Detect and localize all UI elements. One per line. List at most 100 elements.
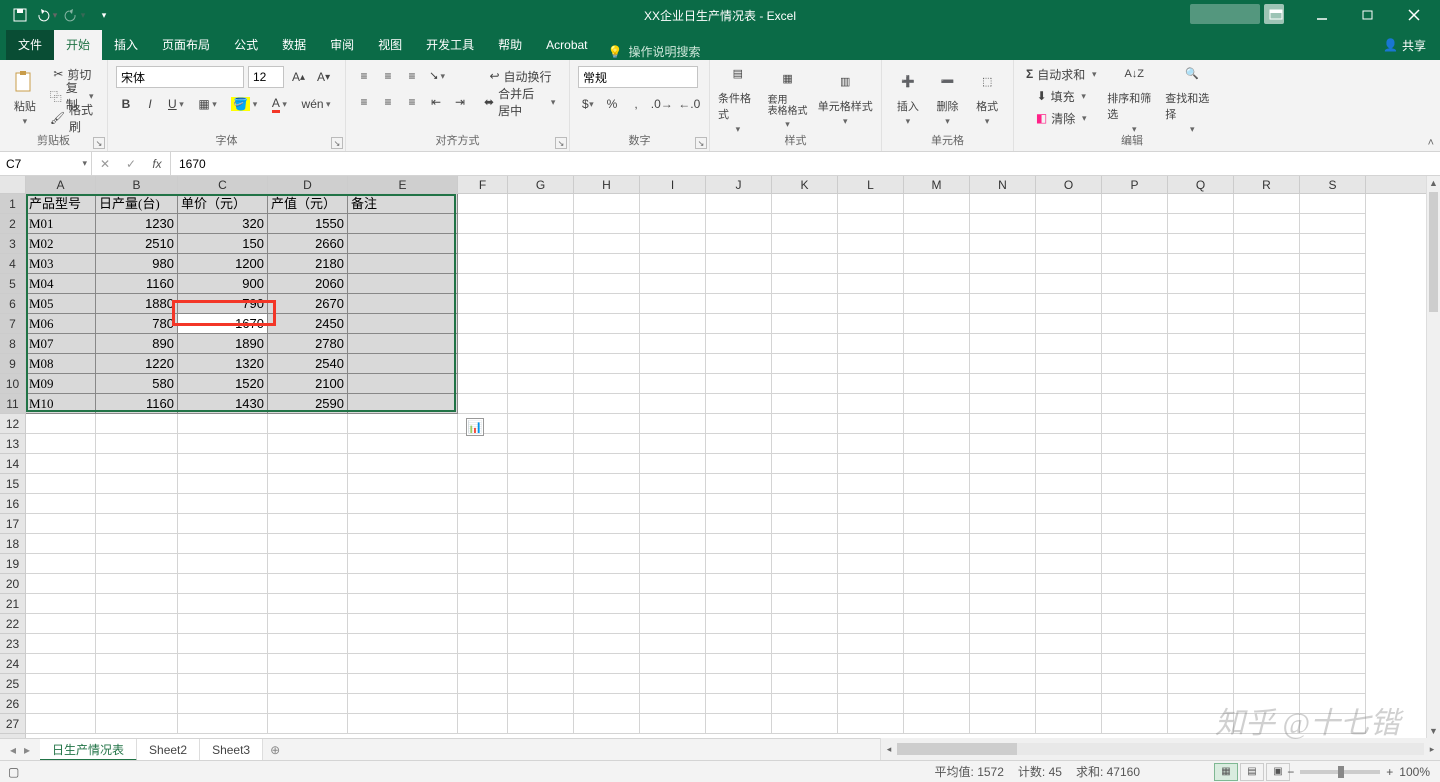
cell[interactable]	[772, 534, 838, 554]
cell[interactable]	[970, 374, 1036, 394]
cell[interactable]	[640, 414, 706, 434]
column-header[interactable]: E	[348, 176, 458, 193]
cell[interactable]	[706, 534, 772, 554]
row-header[interactable]: 16	[0, 494, 25, 514]
cell[interactable]	[772, 214, 838, 234]
cell[interactable]	[508, 634, 574, 654]
cell[interactable]	[26, 474, 96, 494]
cell[interactable]	[1036, 554, 1102, 574]
scroll-down-icon[interactable]: ▼	[1427, 724, 1440, 738]
cell[interactable]	[96, 454, 178, 474]
fill-button[interactable]: ⬇填充▾	[1022, 86, 1103, 106]
cell[interactable]	[970, 294, 1036, 314]
cell[interactable]	[26, 514, 96, 534]
cell[interactable]	[970, 634, 1036, 654]
cell[interactable]: 2660	[268, 234, 348, 254]
cell[interactable]	[1234, 574, 1300, 594]
cell[interactable]	[772, 554, 838, 574]
cell[interactable]	[838, 294, 904, 314]
column-header[interactable]: B	[96, 176, 178, 193]
cell[interactable]	[1036, 294, 1102, 314]
cell[interactable]	[772, 654, 838, 674]
cell[interactable]	[96, 694, 178, 714]
cell[interactable]	[904, 494, 970, 514]
format-as-table-button[interactable]: ▦套用 表格格式▾	[762, 63, 814, 130]
cell[interactable]	[348, 534, 458, 554]
cell[interactable]	[772, 694, 838, 714]
format-painter-button[interactable]: 🖌格式刷	[46, 108, 99, 128]
cell[interactable]	[838, 314, 904, 334]
conditional-format-button[interactable]: ▤条件格式▾	[718, 58, 758, 135]
cell[interactable]	[508, 234, 574, 254]
cell[interactable]: 单价（元）	[178, 194, 268, 214]
align-middle-button[interactable]: ≡	[378, 66, 398, 86]
cell[interactable]	[508, 594, 574, 614]
cell[interactable]: 1890	[178, 334, 268, 354]
cell[interactable]	[458, 314, 508, 334]
cell[interactable]	[348, 314, 458, 334]
cell[interactable]	[1102, 514, 1168, 534]
cell[interactable]	[458, 194, 508, 214]
cell[interactable]	[640, 654, 706, 674]
cell[interactable]	[348, 294, 458, 314]
scroll-left-icon[interactable]: ◂	[881, 744, 897, 755]
cell[interactable]	[348, 494, 458, 514]
cell[interactable]	[904, 594, 970, 614]
cell[interactable]	[772, 194, 838, 214]
cell[interactable]	[1168, 574, 1234, 594]
comma-button[interactable]: ,	[626, 94, 646, 114]
cell[interactable]	[348, 674, 458, 694]
cell[interactable]: 1550	[268, 214, 348, 234]
row-header[interactable]: 17	[0, 514, 25, 534]
cell[interactable]	[640, 554, 706, 574]
cell[interactable]	[640, 394, 706, 414]
insert-cells-button[interactable]: ➕插入▾	[890, 66, 926, 127]
cell[interactable]	[1234, 534, 1300, 554]
cell[interactable]	[1102, 334, 1168, 354]
cell[interactable]: 980	[96, 254, 178, 274]
vertical-scrollbar[interactable]: ▲ ▼	[1426, 176, 1440, 738]
cell[interactable]	[838, 474, 904, 494]
ribbon-display-icon[interactable]	[1254, 0, 1298, 30]
cell[interactable]	[178, 614, 268, 634]
cell[interactable]	[178, 534, 268, 554]
cell[interactable]	[1234, 414, 1300, 434]
cell[interactable]	[1102, 194, 1168, 214]
cell[interactable]	[970, 254, 1036, 274]
cell[interactable]	[1300, 214, 1366, 234]
cell[interactable]	[970, 614, 1036, 634]
cell[interactable]	[706, 394, 772, 414]
cell[interactable]	[1234, 314, 1300, 334]
cell[interactable]: 产品型号	[26, 194, 96, 214]
cell[interactable]	[26, 634, 96, 654]
cell[interactable]	[1234, 694, 1300, 714]
cell[interactable]	[904, 394, 970, 414]
cell[interactable]	[1036, 354, 1102, 374]
cell[interactable]	[838, 414, 904, 434]
cell[interactable]	[970, 594, 1036, 614]
cell[interactable]	[268, 634, 348, 654]
cell[interactable]	[508, 214, 574, 234]
cell[interactable]	[348, 274, 458, 294]
column-header[interactable]: R	[1234, 176, 1300, 193]
cell[interactable]	[838, 654, 904, 674]
cell[interactable]	[178, 634, 268, 654]
cell[interactable]	[574, 554, 640, 574]
cell[interactable]	[1102, 634, 1168, 654]
cell[interactable]	[1300, 454, 1366, 474]
cell[interactable]	[268, 554, 348, 574]
cell[interactable]: 580	[96, 374, 178, 394]
tab-help[interactable]: 帮助	[486, 30, 534, 60]
cell[interactable]	[970, 514, 1036, 534]
column-header[interactable]: D	[268, 176, 348, 193]
cell[interactable]	[838, 454, 904, 474]
cell[interactable]	[1300, 494, 1366, 514]
cell[interactable]	[1102, 574, 1168, 594]
cell[interactable]	[348, 614, 458, 634]
cell[interactable]	[1168, 714, 1234, 734]
cell[interactable]	[574, 334, 640, 354]
cell[interactable]	[640, 274, 706, 294]
cell[interactable]	[1300, 314, 1366, 334]
cell[interactable]	[508, 554, 574, 574]
cell[interactable]	[1300, 254, 1366, 274]
